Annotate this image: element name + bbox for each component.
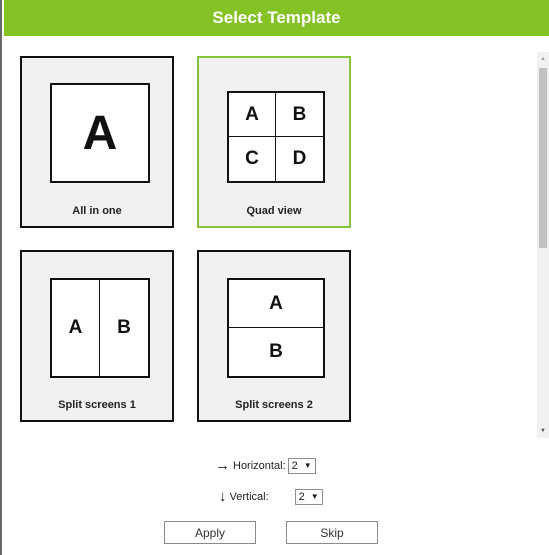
scroll-up-arrow-icon[interactable]: ▲ xyxy=(537,52,549,66)
arrow-down-icon: ↓ xyxy=(219,488,227,505)
template-label: Quad view xyxy=(246,205,302,217)
cell-label-b: B xyxy=(117,317,131,338)
cell-label-b: B xyxy=(276,93,323,137)
arrow-right-icon: → xyxy=(215,457,230,474)
template-label: Split screens 2 xyxy=(235,399,313,411)
template-label: Split screens 1 xyxy=(58,399,136,411)
dialog-title: Select Template xyxy=(212,8,341,27)
horizontal-count-value: 2 xyxy=(291,459,298,472)
scrollbar-thumb[interactable] xyxy=(539,68,547,248)
vertical-label: Vertical: xyxy=(229,490,269,503)
apply-button[interactable]: Apply xyxy=(164,521,256,544)
skip-button[interactable]: Skip xyxy=(286,521,378,544)
template-card-quad-view[interactable]: A B C D Quad view xyxy=(197,56,351,228)
chevron-down-icon: ▼ xyxy=(303,461,312,470)
vertical-scrollbar[interactable]: ▲ ▼ xyxy=(537,52,549,438)
vertical-count-select[interactable]: 2 ▼ xyxy=(294,488,323,505)
template-preview-single: A xyxy=(50,83,150,183)
template-card-all-in-one[interactable]: A All in one xyxy=(20,56,174,228)
template-preview-vertical-split: A B xyxy=(50,278,150,378)
vertical-count-value: 2 xyxy=(298,490,305,503)
cell-label-d: D xyxy=(292,148,307,169)
horizontal-count-select[interactable]: 2 ▼ xyxy=(287,457,316,474)
template-grid: A All in one A B C D Quad view A B Split… xyxy=(4,36,536,440)
cell-label-a: A xyxy=(229,280,323,328)
cell-label-a: A xyxy=(82,106,118,160)
cell-label-a: A xyxy=(52,280,100,376)
template-preview-quad: A B C D xyxy=(227,91,325,183)
scroll-down-arrow-icon[interactable]: ▼ xyxy=(537,424,549,438)
horizontal-control: → Horizontal: 2 ▼ xyxy=(215,457,316,474)
template-card-split-screens-2[interactable]: A B Split screens 2 xyxy=(197,250,351,422)
template-card-split-screens-1[interactable]: A B Split screens 1 xyxy=(20,250,174,422)
vertical-control: ↓ Vertical: 2 ▼ xyxy=(219,488,323,505)
chevron-down-icon: ▼ xyxy=(310,492,319,501)
cell-label-a: A xyxy=(229,93,276,137)
template-label: All in one xyxy=(72,205,122,217)
left-edge-divider xyxy=(0,0,2,555)
dialog-header: Select Template xyxy=(4,0,549,36)
horizontal-label: Horizontal: xyxy=(233,459,286,472)
cell-label-c: C xyxy=(229,137,276,181)
template-preview-horizontal-split: A B xyxy=(227,278,325,378)
cell-label-b: B xyxy=(269,341,283,362)
